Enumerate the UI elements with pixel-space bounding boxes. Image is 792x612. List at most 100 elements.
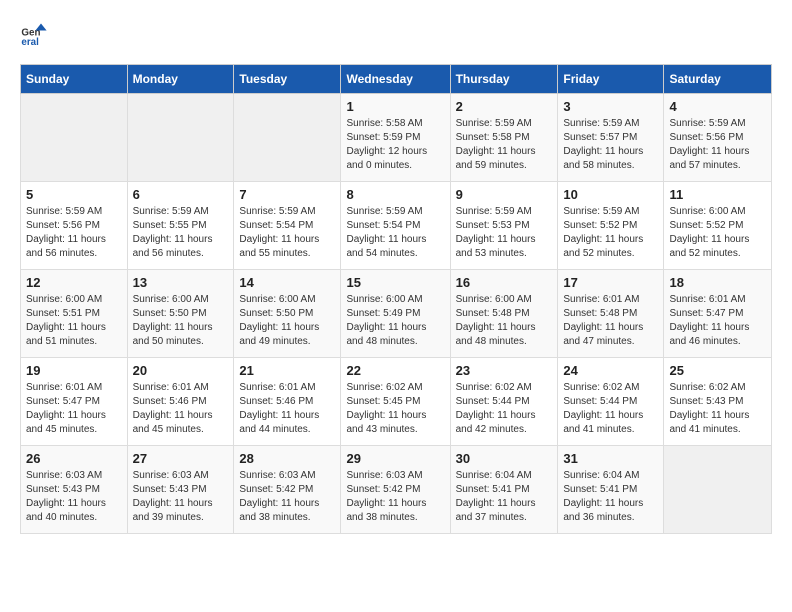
weekday-header-friday: Friday <box>558 65 664 94</box>
day-number: 5 <box>26 187 122 202</box>
day-cell: 26Sunrise: 6:03 AM Sunset: 5:43 PM Dayli… <box>21 446 128 534</box>
day-number: 1 <box>346 99 444 114</box>
day-info: Sunrise: 5:59 AM Sunset: 5:54 PM Dayligh… <box>346 205 444 261</box>
day-info: Sunrise: 6:03 AM Sunset: 5:42 PM Dayligh… <box>239 469 335 525</box>
day-info: Sunrise: 6:01 AM Sunset: 5:48 PM Dayligh… <box>563 293 658 349</box>
day-cell: 1 Sunrise: 5:58 AM Sunset: 5:59 PM Daylig… <box>341 94 450 182</box>
day-number: 4 <box>669 99 766 114</box>
day-info: Sunrise: 6:02 AM Sunset: 5:44 PM Dayligh… <box>563 381 658 437</box>
day-cell: 15 Sunrise: 6:00 AM Sunset: 5:49 PM Dayli… <box>341 270 450 358</box>
day-info: Sunrise: 5:59 AM Sunset: 5:52 PM Dayligh… <box>563 205 658 261</box>
day-number: 11 <box>669 187 766 202</box>
day-number: 30 <box>456 451 553 466</box>
day-cell: 6 Sunrise: 5:59 AM Sunset: 5:55 PM Daylig… <box>127 182 234 270</box>
day-info: Sunrise: 5:59 AM Sunset: 5:58 PM Dayligh… <box>456 117 553 173</box>
day-cell: 30 Sunrise: 6:04 AM Sunset: 5:41 PM Dayli… <box>450 446 558 534</box>
day-number: 13 <box>133 275 229 290</box>
weekday-header-wednesday: Wednesday <box>341 65 450 94</box>
day-info: Sunrise: 5:59 AM Sunset: 5:54 PM Dayligh… <box>239 205 335 261</box>
week-row-3: 12 Sunrise: 6:00 AM Sunset: 5:51 PM Dayli… <box>21 270 772 358</box>
day-cell <box>234 94 341 182</box>
day-number: 21 <box>239 363 335 378</box>
svg-text:eral: eral <box>21 37 39 48</box>
weekday-header-thursday: Thursday <box>450 65 558 94</box>
day-info: Sunrise: 6:01 AM Sunset: 5:47 PM Dayligh… <box>26 381 122 437</box>
day-number: 28 <box>239 451 335 466</box>
day-cell <box>127 94 234 182</box>
day-info: Sunrise: 6:02 AM Sunset: 5:43 PM Dayligh… <box>669 381 766 437</box>
day-number: 3 <box>563 99 658 114</box>
day-cell: 7Sunrise: 5:59 AM Sunset: 5:54 PM Daylig… <box>234 182 341 270</box>
day-cell: 14 Sunrise: 6:00 AM Sunset: 5:50 PM Dayli… <box>234 270 341 358</box>
day-cell: 8 Sunrise: 5:59 AM Sunset: 5:54 PM Daylig… <box>341 182 450 270</box>
day-number: 31 <box>563 451 658 466</box>
day-info: Sunrise: 5:59 AM Sunset: 5:57 PM Dayligh… <box>563 117 658 173</box>
day-cell: 2 Sunrise: 5:59 AM Sunset: 5:58 PM Daylig… <box>450 94 558 182</box>
day-info: Sunrise: 5:59 AM Sunset: 5:55 PM Dayligh… <box>133 205 229 261</box>
weekday-header-row: SundayMondayTuesdayWednesdayThursdayFrid… <box>21 65 772 94</box>
day-info: Sunrise: 5:59 AM Sunset: 5:53 PM Dayligh… <box>456 205 553 261</box>
day-cell: 4 Sunrise: 5:59 AM Sunset: 5:56 PM Daylig… <box>664 94 772 182</box>
day-info: Sunrise: 5:59 AM Sunset: 5:56 PM Dayligh… <box>26 205 122 261</box>
week-row-5: 26 Sunrise: 6:03 AM Sunset: 5:43 PM Dayli… <box>21 446 772 534</box>
day-info: Sunrise: 6:02 AM Sunset: 5:45 PM Dayligh… <box>346 381 444 437</box>
day-cell <box>21 94 128 182</box>
day-info: Sunrise: 6:04 AM Sunset: 5:41 PM Dayligh… <box>456 469 553 525</box>
logo: Gen eral <box>20 20 52 48</box>
day-cell: 20 Sunrise: 6:01 AM Sunset: 5:46 PM Dayli… <box>127 358 234 446</box>
day-info: Sunrise: 6:00 AM Sunset: 5:51 PM Dayligh… <box>26 293 122 349</box>
day-number: 14 <box>239 275 335 290</box>
calendar-table: SundayMondayTuesdayWednesdayThursdayFrid… <box>20 64 772 534</box>
day-number: 24 <box>563 363 658 378</box>
day-cell: 5 Sunrise: 5:59 AM Sunset: 5:56 PM Daylig… <box>21 182 128 270</box>
day-cell: 31 Sunrise: 6:04 AM Sunset: 5:41 PM Dayli… <box>558 446 664 534</box>
day-number: 16 <box>456 275 553 290</box>
weekday-header-saturday: Saturday <box>664 65 772 94</box>
day-number: 23 <box>456 363 553 378</box>
day-cell: 29Sunrise: 6:03 AM Sunset: 5:42 PM Dayli… <box>341 446 450 534</box>
day-cell: 27Sunrise: 6:03 AM Sunset: 5:43 PM Dayli… <box>127 446 234 534</box>
day-info: Sunrise: 6:02 AM Sunset: 5:44 PM Dayligh… <box>456 381 553 437</box>
day-number: 2 <box>456 99 553 114</box>
day-cell: 21 Sunrise: 6:01 AM Sunset: 5:46 PM Dayli… <box>234 358 341 446</box>
day-info: Sunrise: 6:01 AM Sunset: 5:47 PM Dayligh… <box>669 293 766 349</box>
week-row-4: 19 Sunrise: 6:01 AM Sunset: 5:47 PM Dayli… <box>21 358 772 446</box>
weekday-header-monday: Monday <box>127 65 234 94</box>
logo-icon: Gen eral <box>20 20 48 48</box>
day-number: 10 <box>563 187 658 202</box>
calendar-header: SundayMondayTuesdayWednesdayThursdayFrid… <box>21 65 772 94</box>
day-number: 20 <box>133 363 229 378</box>
day-number: 26 <box>26 451 122 466</box>
day-info: Sunrise: 6:00 AM Sunset: 5:50 PM Dayligh… <box>239 293 335 349</box>
day-number: 19 <box>26 363 122 378</box>
day-info: Sunrise: 6:00 AM Sunset: 5:49 PM Dayligh… <box>346 293 444 349</box>
day-number: 6 <box>133 187 229 202</box>
day-cell: 22 Sunrise: 6:02 AM Sunset: 5:45 PM Dayli… <box>341 358 450 446</box>
day-cell: 16Sunrise: 6:00 AM Sunset: 5:48 PM Dayli… <box>450 270 558 358</box>
day-info: Sunrise: 6:01 AM Sunset: 5:46 PM Dayligh… <box>239 381 335 437</box>
day-cell: 12 Sunrise: 6:00 AM Sunset: 5:51 PM Dayli… <box>21 270 128 358</box>
day-number: 15 <box>346 275 444 290</box>
day-cell: 23 Sunrise: 6:02 AM Sunset: 5:44 PM Dayli… <box>450 358 558 446</box>
day-cell: 10 Sunrise: 5:59 AM Sunset: 5:52 PM Dayli… <box>558 182 664 270</box>
day-info: Sunrise: 6:00 AM Sunset: 5:50 PM Dayligh… <box>133 293 229 349</box>
day-info: Sunrise: 6:04 AM Sunset: 5:41 PM Dayligh… <box>563 469 658 525</box>
day-info: Sunrise: 5:59 AM Sunset: 5:56 PM Dayligh… <box>669 117 766 173</box>
day-number: 22 <box>346 363 444 378</box>
weekday-header-tuesday: Tuesday <box>234 65 341 94</box>
calendar-body: 1 Sunrise: 5:58 AM Sunset: 5:59 PM Daylig… <box>21 94 772 534</box>
day-cell: 24 Sunrise: 6:02 AM Sunset: 5:44 PM Dayli… <box>558 358 664 446</box>
day-number: 12 <box>26 275 122 290</box>
day-info: Sunrise: 6:03 AM Sunset: 5:43 PM Dayligh… <box>133 469 229 525</box>
day-cell: 19 Sunrise: 6:01 AM Sunset: 5:47 PM Dayli… <box>21 358 128 446</box>
day-cell: 25Sunrise: 6:02 AM Sunset: 5:43 PM Dayli… <box>664 358 772 446</box>
day-cell: 13 Sunrise: 6:00 AM Sunset: 5:50 PM Dayli… <box>127 270 234 358</box>
day-info: Sunrise: 6:01 AM Sunset: 5:46 PM Dayligh… <box>133 381 229 437</box>
page-header: Gen eral <box>20 20 772 48</box>
day-number: 18 <box>669 275 766 290</box>
day-info: Sunrise: 5:58 AM Sunset: 5:59 PM Dayligh… <box>346 117 444 173</box>
week-row-1: 1 Sunrise: 5:58 AM Sunset: 5:59 PM Daylig… <box>21 94 772 182</box>
day-info: Sunrise: 6:03 AM Sunset: 5:42 PM Dayligh… <box>346 469 444 525</box>
day-number: 8 <box>346 187 444 202</box>
day-info: Sunrise: 6:00 AM Sunset: 5:52 PM Dayligh… <box>669 205 766 261</box>
